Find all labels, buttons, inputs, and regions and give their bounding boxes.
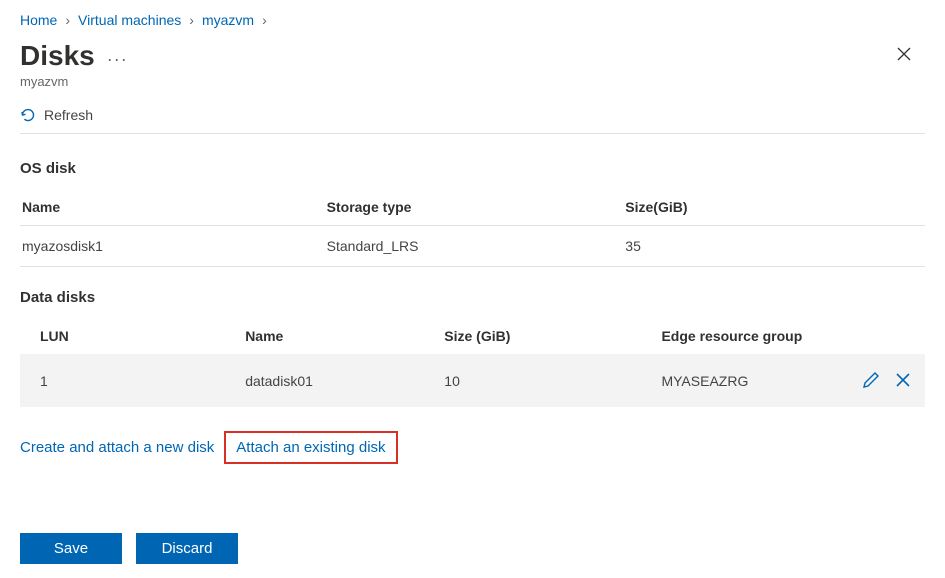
os-disk-row: myazosdisk1 Standard_LRS 35 [20, 226, 925, 267]
os-disk-section-title: OS disk [0, 152, 945, 185]
data-disks-table: LUN Name Size (GiB) Edge resource group … [20, 318, 925, 407]
data-col-size: Size (GiB) [436, 318, 653, 354]
discard-button[interactable]: Discard [136, 533, 238, 564]
chevron-right-icon: › [189, 12, 194, 28]
os-col-storage: Storage type [319, 189, 618, 226]
data-col-erg: Edge resource group [653, 318, 849, 354]
os-col-name: Name [20, 189, 319, 226]
data-col-name: Name [237, 318, 436, 354]
data-disks-section-title: Data disks [0, 281, 945, 314]
page-subtitle: myazvm [0, 74, 945, 97]
os-col-size: Size(GiB) [617, 189, 925, 226]
data-cell-erg: MYASEAZRG [653, 354, 849, 407]
save-button[interactable]: Save [20, 533, 122, 564]
os-cell-storage: Standard_LRS [319, 226, 618, 267]
breadcrumb-home[interactable]: Home [20, 12, 57, 28]
os-cell-size: 35 [617, 226, 925, 267]
chevron-right-icon: › [65, 12, 70, 28]
create-attach-new-disk-link[interactable]: Create and attach a new disk [20, 439, 214, 456]
page-title: Disks [20, 40, 95, 72]
edit-icon[interactable] [857, 368, 885, 392]
close-icon[interactable] [887, 41, 921, 72]
os-cell-name: myazosdisk1 [20, 226, 319, 267]
more-icon[interactable]: ··· [95, 49, 128, 70]
data-cell-size: 10 [436, 354, 653, 407]
data-cell-lun: 1 [20, 354, 237, 407]
breadcrumb-vm[interactable]: myazvm [202, 12, 254, 28]
data-cell-name: datadisk01 [237, 354, 436, 407]
chevron-right-icon: › [262, 12, 267, 28]
delete-icon[interactable] [889, 368, 917, 392]
os-disk-table: Name Storage type Size(GiB) myazosdisk1 … [20, 189, 925, 267]
breadcrumb-virtual-machines[interactable]: Virtual machines [78, 12, 181, 28]
data-col-lun: LUN [20, 318, 237, 354]
attach-existing-disk-link[interactable]: Attach an existing disk [224, 431, 397, 464]
refresh-button[interactable]: Refresh [0, 97, 945, 133]
data-disk-row[interactable]: 1 datadisk01 10 MYASEAZRG [20, 354, 925, 407]
breadcrumb: Home › Virtual machines › myazvm › [0, 0, 945, 36]
refresh-label: Refresh [44, 107, 93, 123]
